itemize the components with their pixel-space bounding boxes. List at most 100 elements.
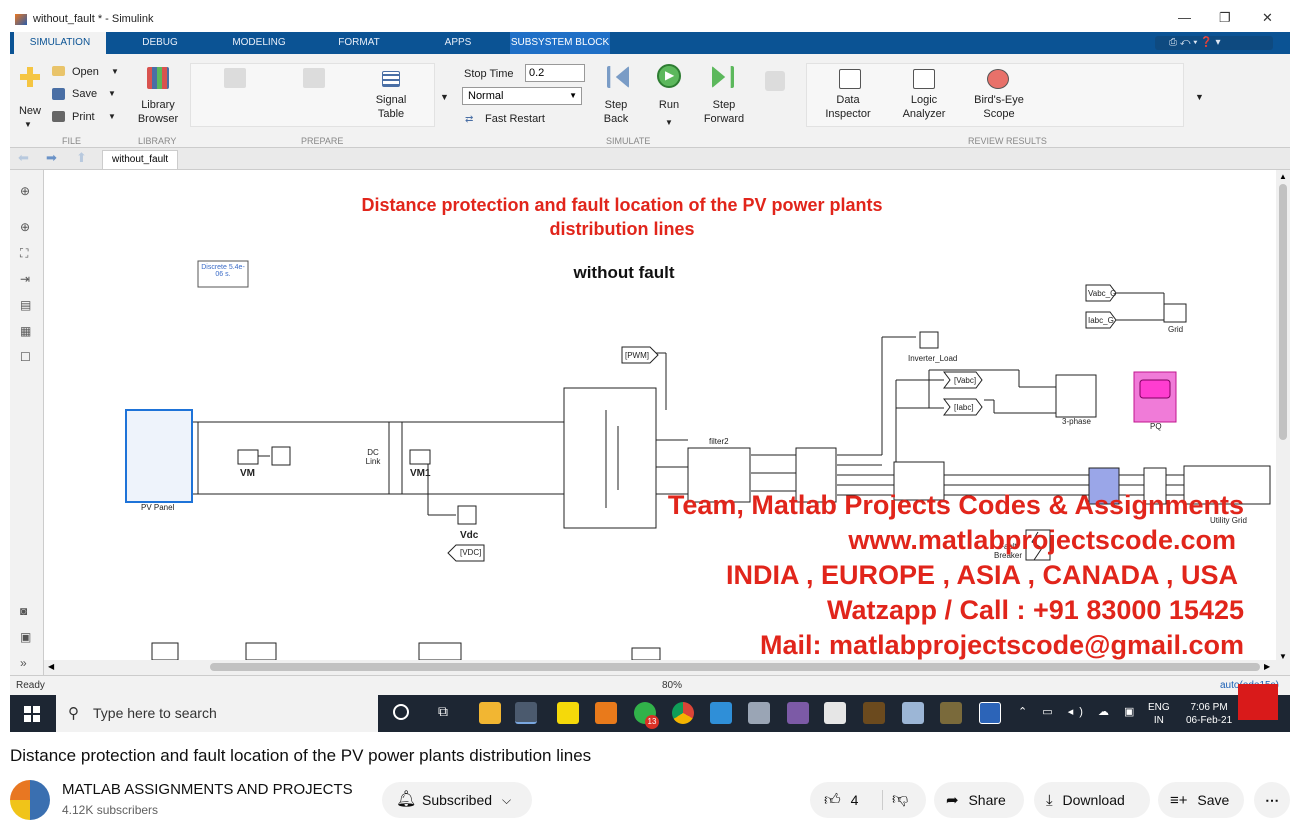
tab-apps[interactable]: APPS (430, 32, 486, 54)
expand-icon[interactable]: » (20, 656, 27, 670)
new-chevron-icon[interactable]: ▼ (24, 118, 32, 132)
video-frame: without_fault * - Simulink — ❐ ✕ SIMULAT… (10, 8, 1290, 732)
stop-icon (765, 71, 785, 91)
logic-analyzer-icon (913, 69, 935, 89)
fast-restart-button[interactable]: Fast Restart (485, 112, 545, 126)
close-icon[interactable]: ✕ (1262, 10, 1273, 26)
arrow-tool-icon[interactable]: ⇥ (20, 272, 30, 286)
app-icon-11[interactable] (863, 702, 885, 724)
signal-table-icon (382, 71, 400, 87)
app-icon-9[interactable] (787, 702, 809, 724)
review-chevron-icon[interactable]: ▼ (1195, 90, 1204, 104)
task-view-icon[interactable]: ⧉ (438, 703, 448, 720)
app-icon-13[interactable] (940, 702, 962, 724)
step-forward-button[interactable]: Step Forward (700, 98, 748, 126)
horizontal-scrollbar[interactable]: ◀ ▶ (44, 660, 1276, 675)
print-button[interactable]: Print (72, 110, 95, 124)
taskbar-search-input[interactable]: ⚲ Type here to search (56, 695, 378, 732)
language-indicator[interactable]: ENG IN (1148, 701, 1170, 727)
tab-format[interactable]: FORMAT (324, 32, 394, 54)
breadcrumb[interactable]: without_fault (102, 150, 179, 169)
minimize-icon[interactable]: — (1178, 10, 1191, 25)
dc-link-label: DC Link (365, 448, 381, 466)
run-button[interactable]: Run (656, 98, 682, 112)
sticky-notes-icon[interactable] (557, 702, 579, 724)
tab-debug[interactable]: DEBUG (126, 32, 194, 54)
grid-label: Grid (1168, 325, 1184, 334)
simulation-mode-select[interactable]: Normal ▼ (462, 87, 582, 105)
save-button[interactable]: Save (72, 87, 97, 101)
area-icon[interactable]: ☐ (20, 350, 31, 364)
scroll-thumb-vertical[interactable] (1279, 184, 1287, 440)
dislike-button[interactable]: 👎︎ (892, 782, 908, 818)
app-icon-8[interactable] (748, 702, 770, 724)
ispui-app-icon[interactable] (710, 702, 732, 724)
tab-modeling[interactable]: MODELING (216, 32, 302, 54)
chrome-icon[interactable] (672, 702, 694, 724)
model-browser-icon[interactable]: ▣ (20, 630, 31, 644)
channel-name[interactable]: MATLAB ASSIGNMENTS AND PROJECTS (62, 781, 353, 798)
app-icon-12[interactable] (902, 702, 924, 724)
print-chevron-icon[interactable]: ▼ (108, 110, 116, 124)
watermark-line-2: www.matlabprojectscode.com (848, 525, 1236, 555)
download-icon: ⤓ (1046, 792, 1053, 809)
vm1-label: VM1 (410, 468, 431, 479)
tab-subsystem-block[interactable]: SUBSYSTEM BLOCK (510, 32, 610, 54)
library-browser-button[interactable]: Library Browser (136, 98, 180, 126)
fit-view-icon[interactable]: ⛶ (20, 246, 28, 261)
filter-label: filter2 (709, 437, 729, 446)
model-subtitle: without fault (573, 263, 675, 282)
back-arrow-icon[interactable]: ⬅ (18, 150, 29, 166)
print-icon (52, 111, 65, 122)
new-button[interactable]: New (17, 104, 43, 118)
scroll-thumb-horizontal[interactable] (210, 663, 1260, 671)
notification-center-icon[interactable] (1238, 684, 1278, 720)
file-explorer-icon[interactable] (479, 702, 501, 724)
save-label: Save (1197, 792, 1230, 808)
stop-time-label: Stop Time (464, 68, 514, 80)
quick-access-icons[interactable]: ⎙ ↶ ▾ ❓ ▾ (1155, 36, 1273, 50)
image-icon[interactable]: ▦ (20, 324, 31, 338)
cortana-icon[interactable] (393, 704, 409, 720)
office-app-icon[interactable] (595, 702, 617, 724)
subscribed-button[interactable]: 🔔︎ Subscribed ⌵ (382, 782, 532, 818)
vertical-scrollbar[interactable]: ▲ ▼ (1276, 170, 1290, 675)
zoom-fit-icon[interactable]: ⊕ (20, 184, 30, 198)
inverter-block (563, 387, 657, 529)
prepare-chevron-icon[interactable]: ▼ (440, 90, 449, 104)
zoom-in-icon[interactable]: ⊕ (20, 220, 30, 234)
app-icon-14[interactable] (979, 702, 1001, 724)
annotation-icon[interactable]: ▤ (20, 298, 31, 312)
data-inspector-button[interactable]: Data Inspector (822, 93, 874, 121)
camera-icon[interactable]: ◙ (20, 604, 27, 618)
scroll-down-icon[interactable]: ▼ (1279, 652, 1287, 661)
maximize-icon[interactable]: ❐ (1219, 10, 1231, 26)
up-arrow-icon[interactable]: ⬆ (76, 150, 87, 166)
more-actions-button[interactable]: ⋯ (1254, 782, 1290, 818)
signal-table-button[interactable]: Signal Table (368, 93, 414, 121)
birds-eye-scope-button[interactable]: Bird's-Eye Scope (972, 93, 1026, 121)
windows-start-icon[interactable] (24, 706, 40, 722)
step-back-button[interactable]: Step Back (594, 98, 638, 126)
app-icon-10[interactable] (824, 702, 846, 724)
download-button[interactable]: ⤓ Download (1034, 782, 1150, 818)
matlab-app-icon[interactable] (515, 702, 537, 724)
scroll-left-icon[interactable]: ◀ (48, 662, 54, 671)
tab-simulation[interactable]: SIMULATION (14, 32, 106, 54)
scroll-up-icon[interactable]: ▲ (1279, 172, 1287, 181)
stop-time-input[interactable] (525, 64, 585, 82)
share-button[interactable]: ➦ Share (934, 782, 1024, 818)
save-chevron-icon[interactable]: ▼ (108, 87, 116, 101)
logic-analyzer-button[interactable]: Logic Analyzer (899, 93, 949, 121)
forward-arrow-icon[interactable]: ➡ (46, 150, 57, 166)
scroll-right-icon[interactable]: ▶ (1264, 662, 1270, 671)
model-canvas[interactable]: Distance protection and fault location o… (44, 170, 1276, 660)
open-button[interactable]: Open (72, 65, 99, 79)
run-chevron-icon[interactable]: ▼ (665, 116, 673, 130)
tray-icons[interactable]: ⌃ ▭ ◂) ☁ ▣ (1018, 705, 1140, 718)
clock[interactable]: 7:06 PM 06-Feb-21 (1186, 701, 1232, 727)
channel-avatar[interactable] (10, 780, 50, 820)
save-button[interactable]: ≡+ Save (1158, 782, 1244, 818)
open-chevron-icon[interactable]: ▼ (111, 65, 119, 79)
like-button[interactable]: 👍︎ 4 (810, 782, 882, 818)
